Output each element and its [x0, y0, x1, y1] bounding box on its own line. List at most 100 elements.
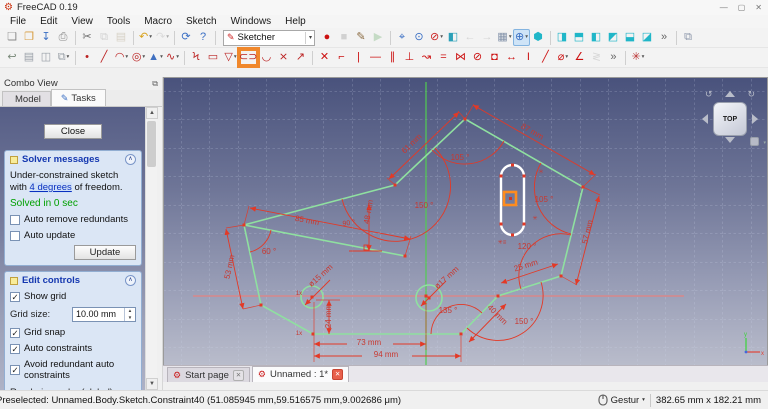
- zoom-selection[interactable]: ⊙: [411, 29, 428, 46]
- grid-size-value[interactable]: 10.00 mm: [73, 308, 124, 321]
- grid-size-stepper[interactable]: 10.00 mm ▲ ▼: [72, 307, 136, 322]
- nav-up-arrow[interactable]: [725, 91, 735, 97]
- show-grid-checkbox-row[interactable]: ✓ Show grid: [10, 291, 136, 302]
- print-document[interactable]: ⎙: [55, 29, 72, 46]
- scroll-down-icon[interactable]: ▼: [146, 378, 158, 390]
- close-task-button[interactable]: Close: [44, 124, 102, 139]
- dimension-label[interactable]: 90 °: [342, 219, 356, 229]
- create-line[interactable]: ╱: [96, 49, 113, 66]
- checkbox[interactable]: [10, 230, 20, 241]
- constrain-h-distance[interactable]: ↔: [503, 49, 520, 66]
- menu-item[interactable]: Help: [278, 16, 313, 27]
- maximize-button[interactable]: ▢: [738, 3, 746, 13]
- leave-sketch[interactable]: ↩: [4, 49, 21, 66]
- new-document[interactable]: ❏: [4, 29, 21, 46]
- external-geometry[interactable]: ↗: [292, 49, 309, 66]
- constrain-vertical[interactable]: |: [350, 49, 367, 66]
- nav-forward[interactable]: →: [479, 29, 496, 46]
- menu-item[interactable]: Macro: [137, 16, 179, 27]
- refresh[interactable]: ⟳: [178, 29, 195, 46]
- create-slot[interactable]: ⊂⊃: [239, 49, 258, 66]
- trim-edge[interactable]: ⨯: [275, 49, 292, 66]
- dimension-label[interactable]: 94 mm: [374, 351, 398, 359]
- constrain-parallel[interactable]: ∥: [384, 49, 401, 66]
- sketch-canvas[interactable]: [164, 78, 768, 365]
- create-polygon[interactable]: ▽ ▾: [222, 49, 239, 66]
- checkbox-row[interactable]: Auto update: [10, 230, 136, 241]
- create-rectangle[interactable]: ▭: [205, 49, 222, 66]
- scrollbar-thumb[interactable]: [147, 121, 156, 167]
- cut[interactable]: ✂: [79, 29, 96, 46]
- dimension-label[interactable]: 105 °: [535, 196, 554, 204]
- checkbox-row[interactable]: ✓ Avoid redundant auto constraints: [10, 359, 136, 381]
- combo-view-tab[interactable]: ✎ Tasks: [50, 89, 106, 106]
- nav-back[interactable]: ←: [462, 29, 479, 46]
- dimension-label[interactable]: 150 °: [515, 318, 534, 326]
- scroll-up-icon[interactable]: ▲: [146, 107, 158, 119]
- menu-item[interactable]: Tools: [100, 16, 137, 27]
- create-polyline[interactable]: Ϟ: [188, 49, 205, 66]
- save-document[interactable]: ↧: [38, 29, 55, 46]
- dimension-label[interactable]: 150 °: [415, 202, 434, 210]
- rotate-right-icon[interactable]: ↻: [747, 89, 755, 100]
- panel-scrollbar[interactable]: ▲ ▼: [145, 107, 158, 390]
- degrees-of-freedom-link[interactable]: 4 degrees: [29, 182, 72, 193]
- dimension-label[interactable]: 120 °: [518, 243, 537, 251]
- copy[interactable]: ⧉: [96, 29, 113, 46]
- view-axonometric[interactable]: ⬢: [530, 29, 547, 46]
- dimension-label[interactable]: 105 °: [451, 154, 470, 162]
- checkbox-row[interactable]: ✓ Auto constraints: [10, 343, 136, 354]
- constrain-angle[interactable]: ∠: [571, 49, 588, 66]
- fit-all[interactable]: ⌖: [394, 29, 411, 46]
- toolbar-overflow[interactable]: »: [656, 29, 673, 46]
- macro-stop[interactable]: ■: [336, 29, 353, 46]
- constrain-perpendicular[interactable]: ⊥: [401, 49, 418, 66]
- dimension-label[interactable]: 73 mm: [357, 339, 381, 347]
- checkbox[interactable]: [10, 214, 20, 225]
- view-group[interactable]: ▦ ▾: [496, 29, 513, 46]
- zoom-tool[interactable]: ⊕ ▾: [513, 29, 530, 46]
- nav-down-arrow[interactable]: [725, 137, 735, 143]
- tab-unnamed[interactable]: ⚙ Unnamed : 1* ✕: [251, 366, 350, 382]
- minimize-button[interactable]: —: [720, 3, 728, 13]
- dimension-label[interactable]: ✳≡: [498, 239, 507, 247]
- menu-item[interactable]: View: [64, 16, 100, 27]
- paste[interactable]: ▤: [113, 29, 130, 46]
- collapse-icon[interactable]: ∧: [125, 275, 136, 286]
- workbench-selector[interactable]: ✎ Sketcher ▾: [223, 29, 315, 46]
- dimension-label[interactable]: 1x: [296, 330, 302, 338]
- bspline-tools[interactable]: ✳ ▾: [629, 49, 646, 66]
- collapse-icon[interactable]: ∧: [125, 154, 136, 165]
- navigation-cube[interactable]: ↺ ↻ TOP ▾: [699, 88, 766, 150]
- combo-view-tab[interactable]: Model: [2, 91, 51, 106]
- create-point[interactable]: •: [79, 49, 96, 66]
- undo[interactable]: ↶ ▾: [137, 29, 154, 46]
- macro-edit[interactable]: ✎: [353, 29, 370, 46]
- constrain-horizontal[interactable]: —: [367, 49, 384, 66]
- create-arc[interactable]: ◠ ▾: [113, 49, 130, 66]
- view-section[interactable]: ◫: [38, 49, 55, 66]
- nav-menu-icon[interactable]: ▾: [763, 140, 766, 146]
- dimension-label[interactable]: 1x: [296, 290, 302, 298]
- close-tab-icon[interactable]: ✕: [332, 369, 344, 380]
- title-bar[interactable]: ⚙ FreeCAD 0.19 — ▢ ✕: [0, 0, 768, 15]
- constrain-coincident[interactable]: ✕: [316, 49, 333, 66]
- view-right[interactable]: ◧: [588, 29, 605, 46]
- rotate-left-icon[interactable]: ↺: [705, 89, 713, 100]
- nav-right-arrow[interactable]: [752, 114, 758, 124]
- view-top[interactable]: ⬒: [571, 29, 588, 46]
- checkbox-row[interactable]: ✓ Grid snap: [10, 327, 136, 338]
- float-panel-icon[interactable]: ⧉: [152, 79, 158, 89]
- create-circle[interactable]: ◎ ▾: [130, 49, 147, 66]
- menu-item[interactable]: Edit: [33, 16, 64, 27]
- create-bspline[interactable]: ∿ ▾: [164, 49, 181, 66]
- update-button[interactable]: Update: [74, 245, 136, 260]
- constrain-block[interactable]: ⊘: [469, 49, 486, 66]
- redo[interactable]: ↷ ▾: [154, 29, 171, 46]
- view-bottom[interactable]: ⬓: [622, 29, 639, 46]
- map-sketch[interactable]: ⧉ ▾: [55, 49, 72, 66]
- macro-execute[interactable]: ▶: [370, 29, 387, 46]
- dimension-label[interactable]: ＊: [538, 169, 544, 177]
- checkbox[interactable]: ✓: [10, 291, 20, 302]
- nav-mini-cube[interactable]: [750, 137, 759, 146]
